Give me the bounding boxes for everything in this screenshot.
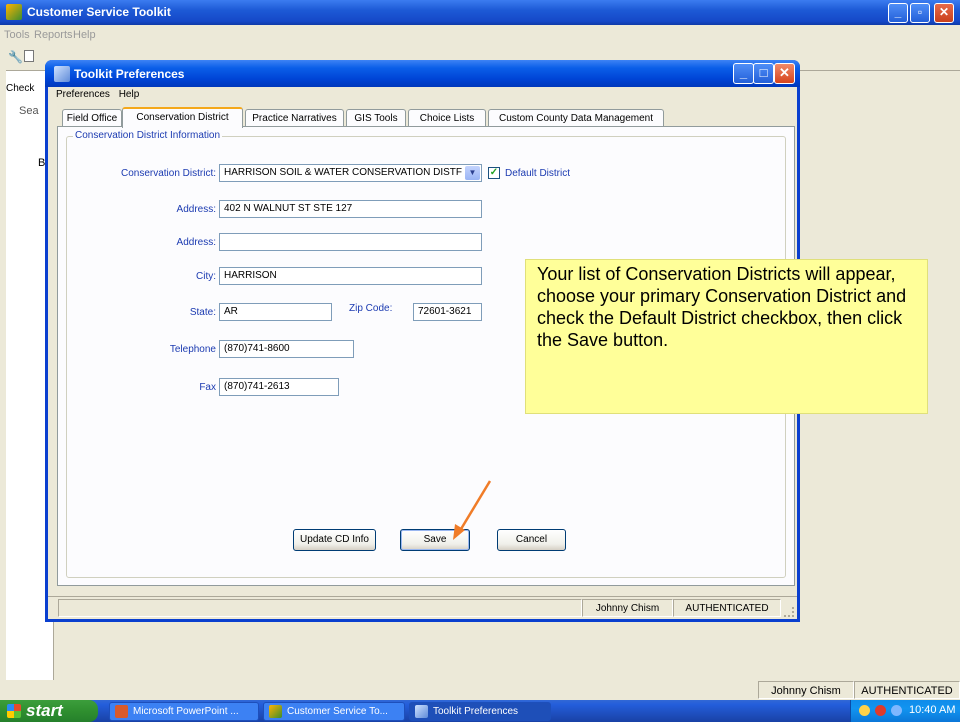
city-field[interactable]: HARRISON	[219, 267, 482, 285]
security-icon[interactable]	[875, 705, 886, 716]
dialog-status-auth: AUTHENTICATED	[673, 599, 781, 617]
city-label: City:	[196, 271, 216, 282]
tab-practice-narratives[interactable]: Practice Narratives	[245, 109, 344, 127]
tab-custom-county-data[interactable]: Custom County Data Management	[488, 109, 664, 127]
resize-grip-icon[interactable]	[784, 607, 794, 617]
task-customer-service[interactable]: Customer Service To...	[263, 702, 405, 721]
zip-label: Zip Code:	[349, 303, 393, 314]
dialog-status-bar: Johnny Chism AUTHENTICATED	[48, 596, 797, 619]
zip-field[interactable]: 72601-3621	[413, 303, 482, 321]
taskbar: start Microsoft PowerPoint ... Customer …	[0, 700, 960, 722]
menu-help-dialog[interactable]: Help	[119, 89, 140, 100]
network-icon[interactable]	[859, 705, 870, 716]
volume-icon[interactable]	[891, 705, 902, 716]
system-tray: 10:40 AM	[850, 700, 960, 722]
app-icon	[6, 4, 22, 20]
app-title-bar[interactable]: Customer Service Toolkit _ ▫ ✕	[0, 0, 960, 25]
cancel-button[interactable]: Cancel	[497, 529, 566, 551]
app-status-auth: AUTHENTICATED	[854, 681, 960, 699]
tab-choice-lists[interactable]: Choice Lists	[408, 109, 486, 127]
dialog-maximize-button[interactable]: □	[753, 63, 774, 84]
group-title: Conservation District Information	[73, 130, 223, 141]
pointer-arrow	[453, 480, 492, 540]
app-status-bar: Johnny Chism AUTHENTICATED	[0, 680, 960, 700]
task-label: Toolkit Preferences	[433, 706, 519, 717]
task-label: Customer Service To...	[287, 706, 388, 717]
app-close-button[interactable]: ✕	[934, 3, 954, 23]
dialog-title-bar[interactable]: Toolkit Preferences _ □ ✕	[45, 60, 800, 87]
wrench-icon[interactable]: 🔧	[8, 50, 23, 64]
tab-conservation-district[interactable]: Conservation District	[122, 107, 243, 128]
default-district-checkbox[interactable]: ✓	[488, 167, 500, 179]
dialog-close-button[interactable]: ✕	[774, 63, 795, 84]
telephone-field[interactable]: (870)741-8600	[219, 340, 354, 358]
app-title: Customer Service Toolkit	[27, 5, 171, 19]
app-minimize-button[interactable]: _	[888, 3, 908, 23]
dialog-title: Toolkit Preferences	[74, 67, 185, 81]
telephone-label: Telephone	[169, 344, 216, 355]
address2-field[interactable]	[219, 233, 482, 251]
toolkit-app-icon	[269, 705, 282, 718]
side-group-label: Sea	[19, 105, 39, 117]
toolkit-icon	[54, 66, 70, 82]
app-maximize-button[interactable]: ▫	[910, 3, 930, 23]
menu-reports[interactable]: Reports	[34, 29, 73, 41]
app-status-user: Johnny Chism	[758, 681, 854, 699]
update-cd-info-button[interactable]: Update CD Info	[293, 529, 376, 551]
district-label: Conservation District:	[120, 168, 216, 179]
windows-flag-icon	[7, 704, 21, 718]
tab-gis-tools[interactable]: GIS Tools	[346, 109, 406, 127]
chevron-down-icon[interactable]: ▼	[465, 166, 480, 180]
district-select[interactable]: HARRISON SOIL & WATER CONSERVATION DISTF…	[219, 164, 482, 182]
side-tab-label[interactable]: Check	[6, 83, 34, 94]
district-select-value: HARRISON SOIL & WATER CONSERVATION DISTF	[224, 167, 462, 178]
menu-help[interactable]: Help	[73, 29, 96, 41]
start-label: start	[26, 701, 63, 720]
dialog-menu-bar: Preferences Help	[56, 89, 145, 100]
powerpoint-icon	[115, 705, 128, 718]
state-label: State:	[189, 307, 216, 318]
clock[interactable]: 10:40 AM	[909, 704, 955, 716]
dialog-status-empty	[58, 599, 582, 617]
fax-label: Fax	[199, 382, 216, 393]
task-label: Microsoft PowerPoint ...	[133, 706, 239, 717]
address1-label: Address:	[176, 204, 216, 215]
start-button[interactable]: start	[0, 700, 98, 722]
default-district-label: Default District	[505, 168, 571, 179]
new-document-icon[interactable]	[24, 50, 34, 62]
address1-field[interactable]: 402 N WALNUT ST STE 127	[219, 200, 482, 218]
fax-field[interactable]: (870)741-2613	[219, 378, 339, 396]
dialog-minimize-button[interactable]: _	[733, 63, 754, 84]
app-menu-bar: Tools Reports Help	[0, 26, 960, 44]
tab-field-office[interactable]: Field Office	[62, 109, 122, 127]
preferences-icon	[415, 705, 428, 718]
task-powerpoint[interactable]: Microsoft PowerPoint ...	[109, 702, 259, 721]
dialog-status-user: Johnny Chism	[582, 599, 673, 617]
state-field[interactable]: AR	[219, 303, 332, 321]
task-toolkit-preferences[interactable]: Toolkit Preferences	[409, 702, 551, 721]
address2-label: Address:	[176, 237, 216, 248]
menu-preferences[interactable]: Preferences	[56, 89, 110, 100]
instruction-callout: Your list of Conservation Districts will…	[525, 259, 928, 414]
menu-tools[interactable]: Tools	[4, 29, 30, 41]
